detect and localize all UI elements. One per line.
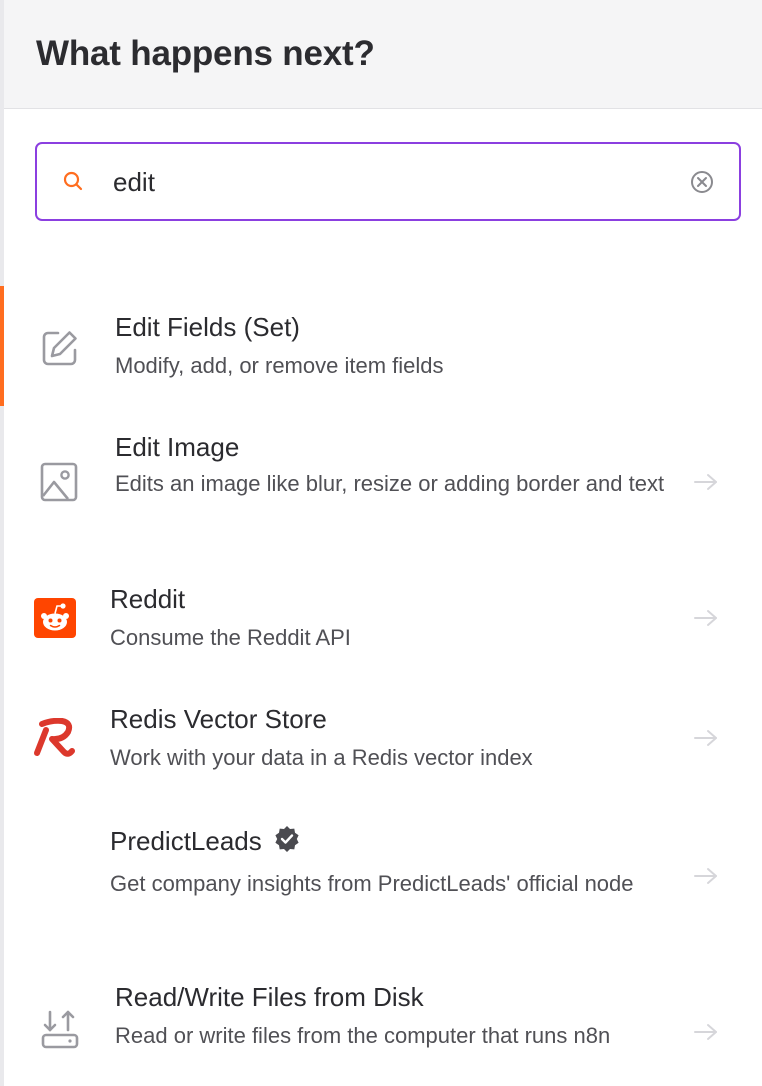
search-icon bbox=[63, 171, 83, 191]
panel-title: What happens next? bbox=[36, 34, 375, 73]
result-description: Edits an image like blur, resize or addi… bbox=[115, 471, 665, 496]
result-description: Read or write files from the computer th… bbox=[115, 1023, 611, 1048]
arrow-right-icon bbox=[694, 868, 717, 884]
search-input[interactable] bbox=[113, 160, 673, 204]
file-transfer-icon bbox=[41, 1010, 79, 1049]
result-item-edit-image[interactable]: Edit Image Edits an image like blur, res… bbox=[4, 420, 762, 550]
verified-badge-icon bbox=[275, 826, 299, 853]
result-description: Consume the Reddit API bbox=[110, 625, 351, 650]
reddit-logo-icon bbox=[34, 598, 76, 638]
panel-header: What happens next? bbox=[4, 0, 762, 109]
active-indicator bbox=[0, 286, 4, 406]
redis-logo-icon bbox=[34, 718, 75, 757]
clear-search-icon[interactable] bbox=[689, 169, 715, 195]
result-item-reddit[interactable]: Reddit Consume the Reddit API bbox=[4, 570, 762, 670]
result-title: Edit Fields (Set) bbox=[115, 312, 300, 342]
result-title: Reddit bbox=[110, 584, 186, 614]
result-title: Read/Write Files from Disk bbox=[115, 982, 424, 1012]
result-title: PredictLeads bbox=[110, 826, 262, 856]
arrow-right-icon bbox=[694, 474, 717, 490]
edit-pencil-icon bbox=[42, 331, 77, 366]
arrow-right-icon bbox=[694, 1024, 717, 1040]
image-icon bbox=[40, 462, 78, 502]
result-description: Get company insights from PredictLeads' … bbox=[110, 871, 634, 896]
result-item-read-write-files[interactable]: Read/Write Files from Disk Read or write… bbox=[4, 970, 762, 1086]
node-creator-panel: What happens next? Edit Fields (Set) Mod… bbox=[0, 0, 762, 1086]
arrow-right-icon bbox=[694, 610, 717, 626]
search-box[interactable] bbox=[35, 142, 741, 221]
result-title-row: PredictLeads bbox=[110, 826, 300, 857]
arrow-right-icon bbox=[694, 730, 717, 746]
result-title: Redis Vector Store bbox=[110, 704, 327, 734]
result-description: Modify, add, or remove item fields bbox=[115, 353, 444, 378]
result-title: Edit Image bbox=[115, 432, 240, 462]
result-description: Work with your data in a Redis vector in… bbox=[110, 745, 533, 770]
result-item-redis-vector-store[interactable]: Redis Vector Store Work with your data i… bbox=[4, 690, 762, 790]
result-item-edit-fields[interactable]: Edit Fields (Set) Modify, add, or remove… bbox=[0, 286, 762, 406]
result-item-predictleads[interactable]: PredictLeads Get company insights from P… bbox=[4, 812, 762, 942]
